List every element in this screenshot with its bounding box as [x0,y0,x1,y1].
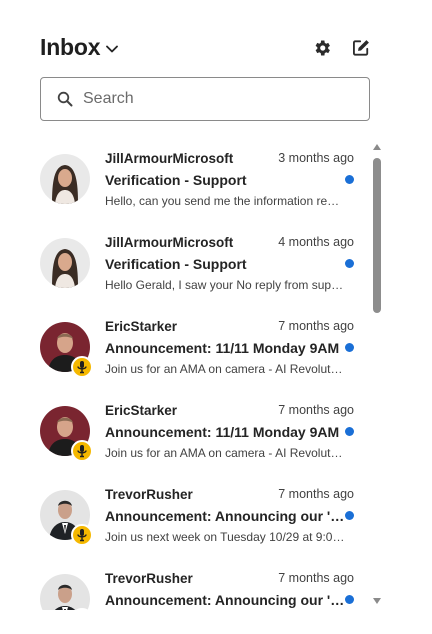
message-row[interactable]: JillArmourMicrosoft 3 months ago Verificat… [40,140,362,224]
message-sender: TrevorRusher [105,487,193,502]
unread-dot [345,595,354,604]
scroll-up-icon[interactable] [373,144,381,150]
message-time: 7 months ago [278,571,354,585]
scrollbar-thumb[interactable] [373,158,381,313]
message-sender: EricStarker [105,403,178,418]
message-sender: JillArmourMicrosoft [105,151,234,166]
message-list: JillArmourMicrosoft 3 months ago Verificat… [40,140,362,610]
message-preview: Hello, can you send me the information r… [105,194,345,208]
message-subject: Announcement: 11/11 Monday 9AM [105,424,340,440]
message-preview: Hello Gerald, I saw your No reply from s… [105,278,345,292]
message-subject: Verification - Support [105,172,247,188]
folder-selector[interactable]: Inbox [40,34,119,61]
inbox-header: Inbox [40,30,376,66]
message-subject: Announcement: Announcing our 'Ask Me Any… [105,592,345,608]
message-preview: Join us for an AMA on camera - AI Revolu… [105,446,345,460]
message-row[interactable]: TrevorRusher 7 months ago Announcement: An… [40,476,362,560]
microphone-icon [71,524,93,546]
unread-dot [345,511,354,520]
message-subject: Verification - Support [105,256,247,272]
message-sender: EricStarker [105,319,178,334]
message-row[interactable]: JillArmourMicrosoft 4 months ago Verificat… [40,224,362,308]
compose-button[interactable] [349,36,373,60]
avatar [40,238,90,288]
message-subject: Announcement: Announcing our 'Ask Me Any… [105,508,345,524]
message-time: 4 months ago [278,235,354,249]
message-row[interactable]: EricStarker 7 months ago Announcement: 11/… [40,308,362,392]
compose-icon [351,38,371,58]
scrollbar[interactable] [370,140,384,610]
search-input[interactable] [83,90,323,108]
message-row[interactable]: TrevorRusher 7 months ago Announcement: An… [40,560,362,610]
page-title: Inbox [40,34,101,60]
message-time: 3 months ago [278,151,354,165]
message-subject: Announcement: 11/11 Monday 9AM [105,340,340,356]
message-preview: Join us next week on Tuesday 10/29 at 9:… [105,530,345,544]
microphone-icon [71,440,93,462]
microphone-icon [71,356,93,378]
message-sender: JillArmourMicrosoft [105,235,234,250]
message-time: 7 months ago [278,403,354,417]
gear-icon [312,38,332,58]
message-sender: TrevorRusher [105,571,193,586]
message-time: 7 months ago [278,319,354,333]
search-icon [57,91,73,107]
avatar [40,574,90,610]
scroll-down-icon[interactable] [373,598,381,604]
unread-dot [345,259,354,268]
unread-dot [345,343,354,352]
unread-dot [345,175,354,184]
unread-dot [345,427,354,436]
message-row[interactable]: EricStarker 7 months ago Announcement: 11/… [40,392,362,476]
search-box[interactable] [40,77,370,121]
chevron-down-icon [106,45,119,53]
avatar [40,154,90,204]
settings-button[interactable] [310,36,334,60]
message-preview: Join us for an AMA on camera - AI Revolu… [105,362,345,376]
message-time: 7 months ago [278,487,354,501]
